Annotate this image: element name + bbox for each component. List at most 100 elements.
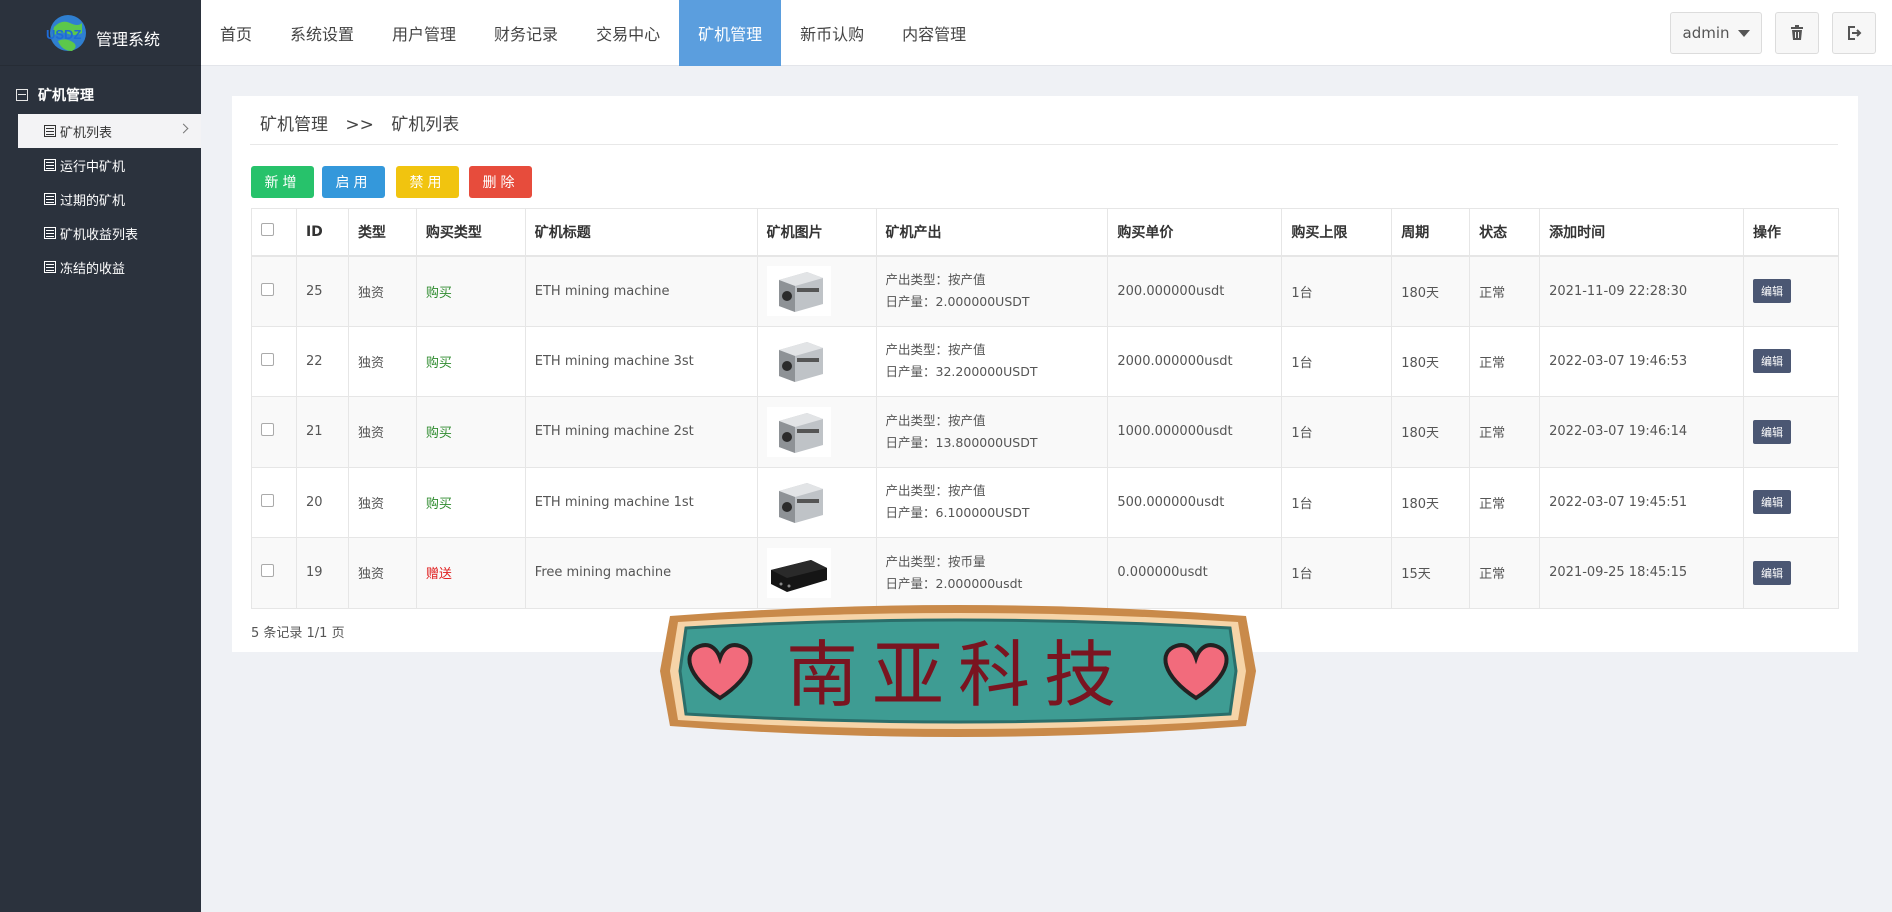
edit-button[interactable]: 编辑 <box>1752 560 1791 585</box>
top-nav-bar: 首页 系统设置 用户管理 财务记录 交易中心 矿机管理 新币认购 内容管理 ad… <box>201 0 1892 66</box>
breadcrumb-root[interactable]: 矿机管理 <box>260 115 328 135</box>
breadcrumb: 矿机管理 >> 矿机列表 <box>260 110 471 135</box>
cell-image <box>756 255 877 327</box>
black-miner-image[interactable] <box>766 547 831 598</box>
cell-actions: 编辑 <box>1742 325 1840 397</box>
miner-image[interactable] <box>766 266 831 316</box>
breadcrumb-current: 矿机列表 <box>391 115 460 135</box>
row-checkbox[interactable] <box>261 493 274 507</box>
table-row: 21 独资 购买 ETH mining machine 2st 产出类型：按产值 日产量：… <box>251 396 1840 468</box>
cell-id: 21 <box>295 396 349 468</box>
collapse-icon <box>16 89 28 101</box>
breadcrumb-separator: >> <box>345 115 374 135</box>
edit-button[interactable]: 编辑 <box>1752 349 1791 374</box>
cell-output: 产出类型：按币量 日产量：2.000000usdt <box>875 537 1109 609</box>
row-select-cell <box>251 396 297 468</box>
cell-added-time: 2022-03-07 19:46:53 <box>1539 325 1744 397</box>
add-button[interactable]: 新增 <box>251 166 314 198</box>
sign-out-icon <box>1848 26 1862 40</box>
disable-button[interactable]: 禁用 <box>396 166 459 198</box>
table-row: 19 独资 赠送 Free mining machine 产出类型：按币量 日产量：2.0… <box>251 537 1840 609</box>
nav-finance-records[interactable]: 财务记录 <box>475 0 577 66</box>
row-checkbox[interactable] <box>261 282 274 296</box>
select-all-cell <box>251 208 297 257</box>
output-type: 产出类型：按币量 <box>885 553 986 569</box>
sidebar-item-label: 过期的矿机 <box>60 193 126 209</box>
column-header: 矿机图片 <box>756 208 877 257</box>
sidebar-item-label: 矿机收益列表 <box>60 227 139 243</box>
cell-added-time: 2022-03-07 19:45:51 <box>1539 466 1744 538</box>
cell-buy-type: 赠送 <box>415 537 526 609</box>
row-select-cell <box>251 466 297 538</box>
logout-button[interactable] <box>1832 12 1876 54</box>
clear-cache-button[interactable] <box>1775 12 1819 54</box>
nav-user-management[interactable]: 用户管理 <box>373 0 475 66</box>
cell-cycle: 180天 <box>1391 396 1471 468</box>
cell-status: 正常 <box>1469 466 1541 538</box>
username: admin <box>1682 24 1730 42</box>
cell-price: 2000.000000usdt <box>1107 325 1283 397</box>
cell-image <box>756 466 877 538</box>
cell-price: 500.000000usdt <box>1107 466 1283 538</box>
edit-button[interactable]: 编辑 <box>1752 490 1791 515</box>
cell-added-time: 2021-11-09 22:28:30 <box>1539 255 1744 327</box>
enable-button[interactable]: 启用 <box>322 166 385 198</box>
cell-limit: 1台 <box>1281 466 1393 538</box>
nav-miner-management[interactable]: 矿机管理 <box>679 0 782 66</box>
cell-title: ETH mining machine <box>524 255 758 327</box>
miner-image[interactable] <box>766 477 831 528</box>
cell-title: ETH mining machine 1st <box>524 466 758 538</box>
output-type: 产出类型：按产值 <box>885 272 986 287</box>
cell-status: 正常 <box>1469 396 1541 468</box>
sidebar-item-frozen-earnings[interactable]: 冻结的收益 <box>0 250 201 284</box>
delete-button[interactable]: 删除 <box>469 166 532 198</box>
sidebar-item-running-miners[interactable]: 运行中矿机 <box>0 148 201 182</box>
watermark-text: 南亚科技 <box>786 633 1130 717</box>
table-row: 20 独资 购买 ETH mining machine 1st 产出类型：按产值 日产量：… <box>251 466 1840 538</box>
nav-new-coin-subscription[interactable]: 新币认购 <box>781 0 883 66</box>
cell-output: 产出类型：按产值 日产量：13.800000USDT <box>875 396 1109 468</box>
list-icon <box>44 227 56 239</box>
row-checkbox[interactable] <box>261 423 274 437</box>
row-checkbox[interactable] <box>261 564 274 578</box>
user-menu-button[interactable]: admin <box>1670 12 1762 54</box>
nav-content-management[interactable]: 内容管理 <box>883 0 985 66</box>
cell-image <box>756 396 877 468</box>
record-count: 5 条记录 1/1 页 <box>251 626 345 641</box>
cell-type: 独资 <box>347 466 417 538</box>
main-nav: 首页 系统设置 用户管理 财务记录 交易中心 矿机管理 新币认购 内容管理 <box>201 0 985 66</box>
nav-system-settings[interactable]: 系统设置 <box>271 0 373 66</box>
cell-status: 正常 <box>1469 255 1541 327</box>
row-select-cell <box>251 325 297 397</box>
miner-image[interactable] <box>766 406 831 457</box>
cell-added-time: 2021-09-25 18:45:15 <box>1539 537 1744 609</box>
content-panel: 矿机管理 >> 矿机列表 新增 启用 禁用 删除 ID 类型 购买类型 矿机标题… <box>232 96 1858 652</box>
sidebar-group-label: 矿机管理 <box>38 88 94 104</box>
cell-actions: 编辑 <box>1742 537 1840 609</box>
nav-home[interactable]: 首页 <box>201 0 271 66</box>
column-header: 矿机标题 <box>524 208 758 257</box>
row-select-cell <box>251 537 297 609</box>
cell-image <box>756 325 877 397</box>
cell-buy-type: 购买 <box>415 325 526 397</box>
cell-title: Free mining machine <box>524 537 758 609</box>
list-icon <box>44 125 56 137</box>
cell-cycle: 180天 <box>1391 255 1471 327</box>
sidebar-item-miner-earnings[interactable]: 矿机收益列表 <box>0 216 201 250</box>
logo[interactable]: USDZ 管理系统 <box>0 0 201 66</box>
edit-button[interactable]: 编辑 <box>1752 419 1791 444</box>
miner-image[interactable] <box>766 336 831 387</box>
nav-trading-center[interactable]: 交易中心 <box>577 0 679 66</box>
cell-title: ETH mining machine 2st <box>524 396 758 468</box>
column-header: 矿机产出 <box>875 208 1109 257</box>
select-all-checkbox[interactable] <box>261 223 274 237</box>
row-checkbox[interactable] <box>261 352 274 366</box>
sidebar: USDZ 管理系统 矿机管理 矿机列表 运行中矿机 过期的矿机 矿机收益列表 冻… <box>0 0 201 912</box>
output-type: 产出类型：按产值 <box>885 483 986 499</box>
sidebar-item-miner-list[interactable]: 矿机列表 <box>18 114 201 148</box>
sidebar-group-miner[interactable]: 矿机管理 <box>0 80 201 110</box>
logo-title: 管理系统 <box>96 29 161 49</box>
svg-text:USDZ: USDZ <box>46 27 81 42</box>
sidebar-item-expired-miners[interactable]: 过期的矿机 <box>0 182 201 216</box>
edit-button[interactable]: 编辑 <box>1752 279 1791 303</box>
